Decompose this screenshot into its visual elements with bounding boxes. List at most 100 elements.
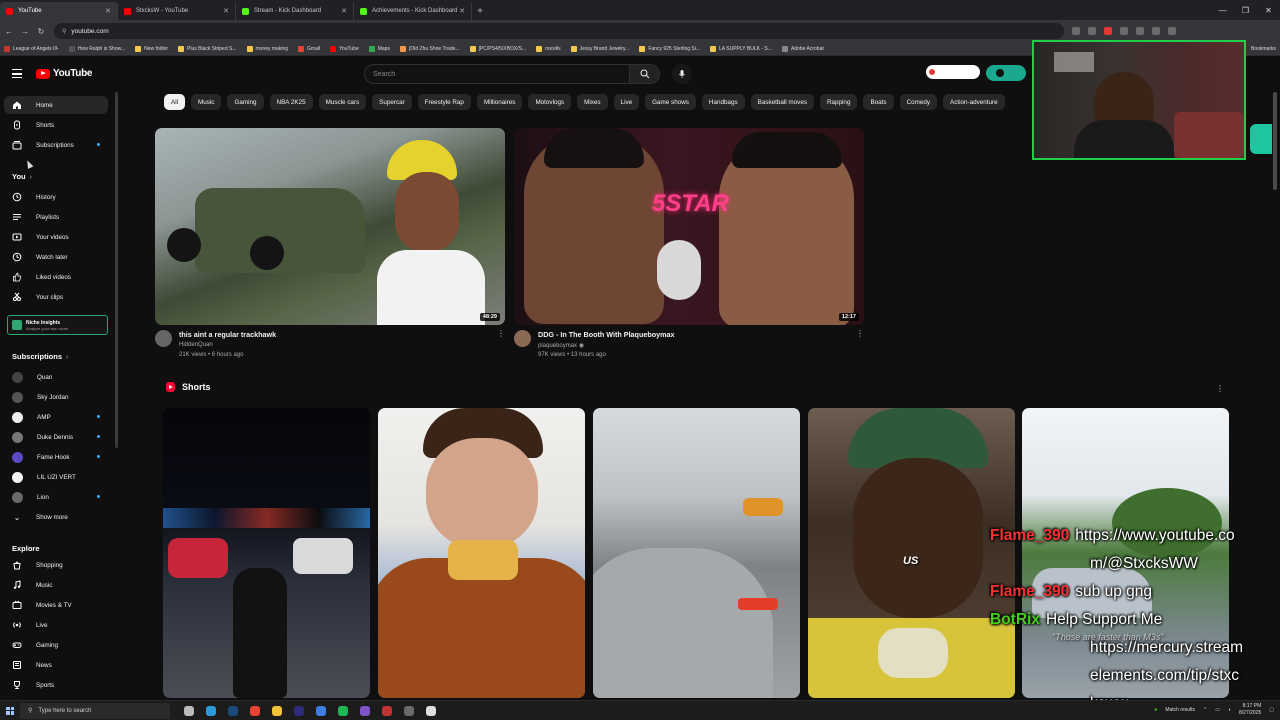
chrome-icon[interactable]: [250, 705, 260, 716]
page-scrollbar[interactable]: [1273, 92, 1277, 190]
forward-icon[interactable]: →: [18, 27, 32, 36]
back-icon[interactable]: ←: [2, 27, 16, 36]
bookmark-item[interactable]: [PC/PS4/5/XBOX/S...: [469, 45, 526, 52]
filter-chip[interactable]: Muscle cars: [318, 94, 367, 110]
extension-icon[interactable]: [1120, 27, 1128, 35]
more-actions-icon[interactable]: ⋮: [1216, 384, 1224, 393]
filter-chip[interactable]: Comedy: [899, 94, 938, 110]
bookmark-item[interactable]: Jessy Brand Jewelry...: [570, 45, 629, 52]
sidebar-item-music[interactable]: Music: [4, 576, 108, 594]
sidebar-item-sky-jordan[interactable]: Sky Jordan: [4, 388, 108, 406]
bookmark-item[interactable]: money making: [246, 45, 288, 52]
close-tab-icon[interactable]: ✕: [341, 7, 347, 15]
bookmark-item[interactable]: New folder: [135, 45, 168, 52]
file-explorer-icon[interactable]: [272, 705, 282, 716]
extension-toggle[interactable]: [986, 65, 1026, 81]
app-icon[interactable]: [382, 705, 392, 716]
reload-icon[interactable]: ↻: [34, 27, 48, 36]
video-thumbnail[interactable]: 5STAR 12:17: [514, 128, 864, 325]
extension-pill[interactable]: [926, 65, 980, 79]
video-thumbnail[interactable]: 48:29: [155, 128, 505, 325]
short-card[interactable]: [808, 408, 1015, 698]
filter-chip[interactable]: Rapping: [819, 94, 858, 110]
store-icon[interactable]: [316, 705, 326, 716]
app-icon[interactable]: [426, 705, 436, 716]
short-card[interactable]: [593, 408, 800, 698]
app-icon[interactable]: [404, 705, 414, 716]
filter-chip[interactable]: Supercar: [372, 94, 412, 110]
sidebar-item-lion[interactable]: Lion: [4, 488, 108, 506]
close-tab-icon[interactable]: ✕: [223, 7, 229, 15]
short-card[interactable]: [378, 408, 585, 698]
filter-chip[interactable]: Motovlogs: [528, 94, 572, 110]
task-view-icon[interactable]: [184, 705, 194, 716]
spotify-icon[interactable]: [338, 705, 348, 716]
sidebar-item-liked-videos[interactable]: Liked videos: [4, 268, 108, 286]
sidebar-item-duke-dennis[interactable]: Duke Dennis: [4, 428, 108, 446]
steam-icon[interactable]: [228, 705, 238, 716]
close-tab-icon[interactable]: ✕: [459, 7, 465, 15]
niche-insights-card[interactable]: Niche Insights Analyze your own niche: [7, 315, 108, 335]
bookmark-item[interactable]: Plus Black Striped S...: [178, 45, 237, 52]
clock[interactable]: 8:17 PM 8/27/2025: [1239, 703, 1261, 717]
filter-chip[interactable]: Freestyle Rap: [417, 94, 471, 110]
tab-youtube[interactable]: YouTube ✕: [0, 2, 118, 20]
filter-chip[interactable]: Basketball moves: [750, 94, 814, 110]
channel-avatar[interactable]: [155, 330, 172, 347]
filter-chip[interactable]: Handbags: [701, 94, 745, 110]
channel-avatar[interactable]: [514, 330, 531, 347]
new-tab-button[interactable]: +: [472, 2, 488, 20]
voice-search-button[interactable]: [672, 64, 692, 84]
bookmark-item[interactable]: How Ralph is Show...: [68, 45, 125, 52]
video-title[interactable]: DDG - In The Booth With Plaqueboymax: [538, 330, 675, 339]
sidebar-scrollbar[interactable]: [115, 92, 118, 448]
sidebar-item-news[interactable]: News: [4, 656, 108, 674]
sidebar-item-sports[interactable]: Sports: [4, 676, 108, 694]
notifications-icon[interactable]: ▢: [1269, 707, 1274, 713]
sidebar-item-subscriptions[interactable]: Subscriptions: [4, 136, 108, 154]
volume-icon[interactable]: ◖: [1228, 707, 1231, 713]
tray-notification-text[interactable]: Match results: [1165, 707, 1195, 713]
bookmark-item[interactable]: League of Angels III-: [4, 45, 59, 52]
sidebar-item-gaming[interactable]: Gaming: [4, 636, 108, 654]
sidebar-item-shorts[interactable]: Shorts: [4, 116, 108, 134]
site-info-icon[interactable]: ⚲: [62, 28, 66, 35]
bookmark-item[interactable]: YouTube: [330, 45, 359, 52]
sports-notification-icon[interactable]: ●: [1154, 707, 1157, 713]
short-card[interactable]: [163, 408, 370, 698]
download-icon[interactable]: [1168, 27, 1176, 35]
taskbar-search[interactable]: ⚲ Type here to search: [20, 702, 170, 719]
url-omnibox[interactable]: ⚲ youtube.com: [54, 23, 1064, 39]
filter-chip[interactable]: Millionaires: [476, 94, 523, 110]
extension-icon[interactable]: [1152, 27, 1160, 35]
tab-stxcksw-youtube[interactable]: StxcksW - YouTube ✕: [118, 2, 236, 20]
tab-kick-achievements[interactable]: Achievements - Kick Dashboard ✕: [354, 2, 472, 20]
sidebar-item-fame-hook[interactable]: Fame Hook: [4, 448, 108, 466]
filter-chip[interactable]: Mixes: [577, 94, 608, 110]
sidebar-item-your-clips[interactable]: Your clips: [4, 288, 108, 306]
close-tab-icon[interactable]: ✕: [105, 7, 111, 15]
tray-expand-icon[interactable]: ⌃: [1203, 707, 1207, 713]
channel-name[interactable]: HiddenQuan: [179, 342, 213, 348]
video-card[interactable]: 48:29 this aint a regular trackhawk Hidd…: [155, 128, 505, 365]
tab-kick-stream[interactable]: Stream - Kick Dashboard ✕: [236, 2, 354, 20]
sidebar-item-movies-tv[interactable]: Movies & TV: [4, 596, 108, 614]
close-window-icon[interactable]: ✕: [1257, 0, 1280, 20]
filter-chip[interactable]: Music: [191, 94, 222, 110]
youtube-logo[interactable]: YouTube: [36, 68, 93, 79]
filter-chip[interactable]: NBA 2K25: [269, 94, 313, 110]
more-actions-icon[interactable]: ⋮: [856, 329, 864, 338]
start-button[interactable]: [0, 706, 20, 715]
extension-icon[interactable]: [1104, 27, 1112, 35]
video-title[interactable]: this aint a regular trackhawk: [179, 330, 276, 339]
video-card[interactable]: 5STAR 12:17 DDG - In The Booth With Plaq…: [514, 128, 864, 365]
menu-icon[interactable]: [12, 69, 22, 78]
bookmark-item[interactable]: Gmail: [298, 45, 320, 52]
bookmark-item[interactable]: Adobe Acrobat: [781, 45, 824, 52]
bookmark-star-icon[interactable]: [1088, 27, 1096, 35]
bookmark-item[interactable]: [Old Zhu Shoe Trade...: [399, 45, 460, 52]
sidebar-item-shopping[interactable]: Shopping: [4, 556, 108, 574]
filter-chip[interactable]: Game shows: [645, 94, 696, 110]
filter-chip[interactable]: Boats: [863, 94, 894, 110]
sidebar-item-your-videos[interactable]: Your videos: [4, 228, 108, 246]
